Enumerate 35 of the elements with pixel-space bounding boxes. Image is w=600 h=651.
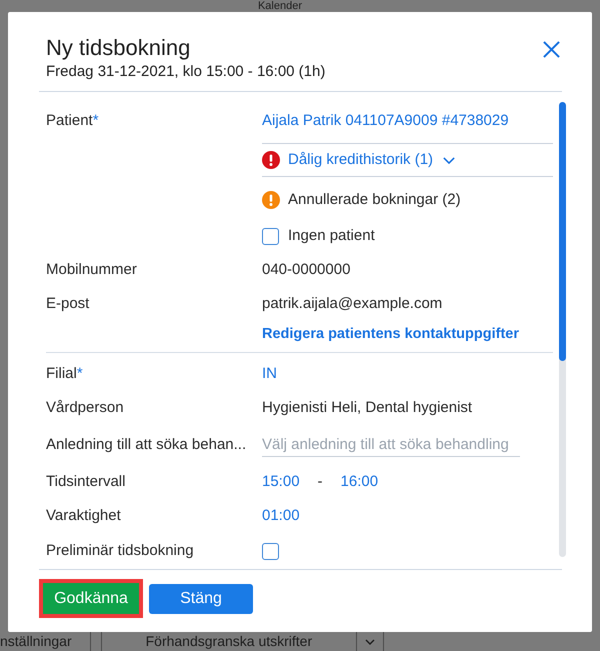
field-label: Preliminär tidsbokning xyxy=(46,542,194,559)
chevron-down-icon xyxy=(365,638,376,644)
toolbar-select[interactable]: Förhandsgranska utskrifter xyxy=(100,632,384,651)
field-label: Tidsintervall xyxy=(46,473,126,490)
dialog-subtitle: Fredag 31-12-2021, klo 15:00 - 16:00 (1h) xyxy=(46,62,326,82)
toolbar-button[interactable]: nställningar xyxy=(0,632,91,651)
close-icon[interactable] xyxy=(543,41,560,58)
field-label: Anledning till att söka behan... xyxy=(46,436,246,453)
checkbox[interactable] xyxy=(262,228,279,244)
time-separator: - xyxy=(318,472,323,492)
start-time-link[interactable]: 15:00 xyxy=(262,472,300,492)
field-label: Mobilnummer xyxy=(46,261,137,278)
close-button[interactable]: Stäng xyxy=(149,584,253,614)
checkbox[interactable] xyxy=(262,542,279,560)
alert-toggle[interactable]: Dålig kredithistorik (1) xyxy=(262,143,553,177)
field-label: Patient* xyxy=(46,112,99,129)
field-label: Filial* xyxy=(46,365,83,382)
field-link[interactable]: 01:00 xyxy=(262,506,300,526)
field-value: Hygienisti Heli, Dental hygienist xyxy=(262,398,472,418)
dialog-title: Ny tidsbokning xyxy=(46,34,192,62)
field-label: E-post xyxy=(46,295,90,312)
alert-text: Annullerade bokningar (2) xyxy=(288,190,461,210)
field-link[interactable]: IN xyxy=(262,364,277,384)
checkbox-label: Ingen patient xyxy=(288,226,375,246)
page-title: Kalender xyxy=(258,0,302,12)
patient-link[interactable]: Aijala Patrik 041107A9009 #4738029 xyxy=(262,111,509,131)
field-label: Vårdperson xyxy=(46,399,124,416)
approve-button[interactable]: Godkänna xyxy=(39,579,143,618)
reason-field[interactable]: Välj anledning till att söka behandling xyxy=(262,435,520,457)
field-value: 040-0000000 xyxy=(262,260,350,280)
field-label: Varaktighet xyxy=(46,507,121,524)
edit-contact-link[interactable]: Redigera patientens kontaktuppgifter xyxy=(262,324,520,344)
field-value: patrik.aijala@example.com xyxy=(262,294,442,314)
scrollbar-thumb[interactable] xyxy=(559,102,566,362)
end-time-link[interactable]: 16:00 xyxy=(340,472,378,492)
